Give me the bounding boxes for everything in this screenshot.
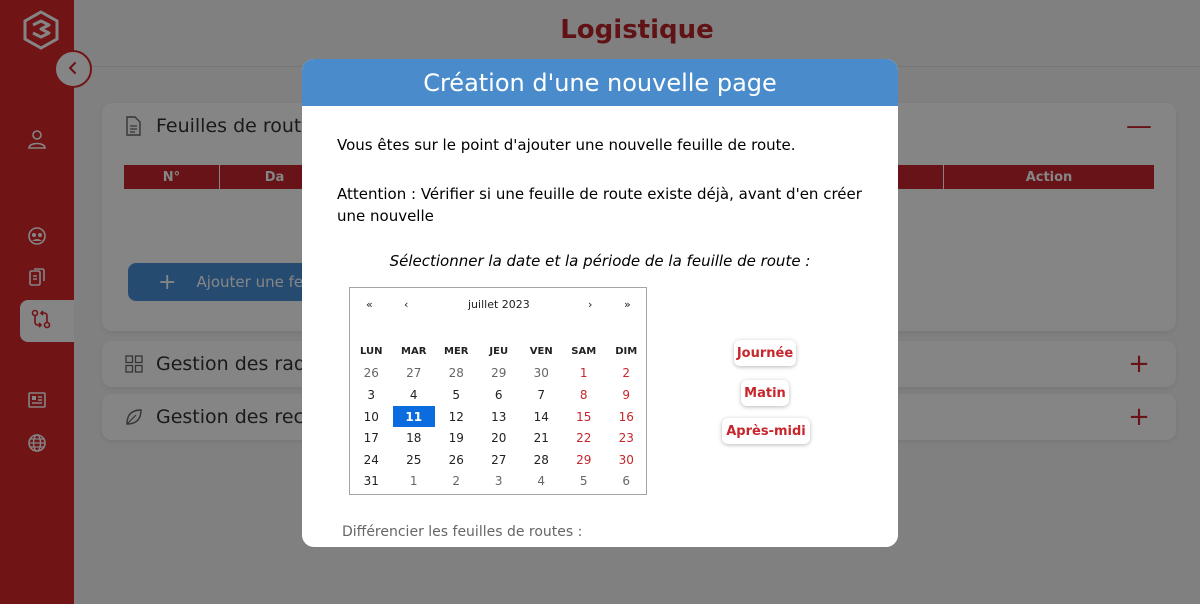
next-month-button[interactable]: › (588, 298, 592, 311)
calendar-day[interactable]: 19 (435, 427, 478, 449)
next-year-button[interactable]: » (624, 298, 631, 311)
calendar-day[interactable]: 13 (478, 406, 521, 428)
calendar-day[interactable]: 28 (520, 449, 563, 471)
calendar-day[interactable]: 29 (563, 449, 606, 471)
calendar-day[interactable]: 5 (435, 384, 478, 406)
calendar-week: 26 27 28 29 30 1 2 (350, 363, 648, 385)
modal-intro-text: Vous êtes sur le point d'ajouter une nou… (337, 136, 796, 154)
calendar-week: 31 1 2 3 4 5 6 (350, 471, 648, 493)
calendar-week: 10 11 12 13 14 15 16 (350, 405, 648, 428)
weekday-label: VEN (529, 346, 553, 358)
calendar-day[interactable]: 26 (350, 363, 393, 385)
calendar-day[interactable]: 7 (520, 384, 563, 406)
modal-title: Création d'une nouvelle page (302, 59, 898, 106)
calendar-day[interactable]: 14 (520, 406, 563, 428)
weekday-label: SAM (571, 346, 597, 358)
calendar-grid: LUN MAR MER JEU VEN SAM DIM 26 27 28 29 … (350, 341, 648, 492)
calendar-day[interactable]: 25 (393, 449, 436, 471)
calendar-day[interactable]: 2 (605, 363, 648, 385)
calendar-day[interactable]: 31 (350, 471, 393, 493)
calendar-week: 24 25 26 27 28 29 30 (350, 449, 648, 471)
calendar-day[interactable]: 17 (350, 427, 393, 449)
calendar-day[interactable]: 3 (478, 471, 521, 493)
calendar-day[interactable]: 1 (563, 363, 606, 385)
calendar-day[interactable]: 4 (393, 384, 436, 406)
calendar-day[interactable]: 24 (350, 449, 393, 471)
period-journee-button[interactable]: Journée (734, 340, 796, 366)
weekday-label: LUN (359, 346, 383, 358)
calendar-day[interactable]: 21 (520, 427, 563, 449)
create-page-modal: Création d'une nouvelle page Vous êtes s… (302, 59, 898, 547)
weekday-label: DIM (615, 346, 638, 358)
date-picker: « ‹ juillet 2023 › » LUN MAR MER JEU VEN… (349, 287, 647, 495)
calendar-day[interactable]: 22 (563, 427, 606, 449)
calendar-day[interactable]: 30 (605, 449, 648, 471)
calendar-day[interactable]: 8 (563, 384, 606, 406)
date-period-prompt: Sélectionner la date et la période de la… (389, 252, 811, 270)
calendar-day[interactable]: 27 (393, 363, 436, 385)
modal-warning-text: Attention : Vérifier si une feuille de r… (337, 185, 862, 225)
calendar-day[interactable]: 6 (478, 384, 521, 406)
calendar-day[interactable]: 9 (605, 384, 648, 406)
calendar-day[interactable]: 2 (435, 471, 478, 493)
weekday-row: LUN MAR MER JEU VEN SAM DIM (350, 341, 648, 363)
calendar-day[interactable]: 29 (478, 363, 521, 385)
calendar-day-selected[interactable]: 11 (392, 405, 435, 428)
calendar-week: 17 18 19 20 21 22 23 (350, 427, 648, 449)
prev-month-button[interactable]: ‹ (404, 298, 408, 311)
calendar-day[interactable]: 4 (520, 471, 563, 493)
differentiate-label: Différencier les feuilles de routes : (342, 524, 583, 540)
period-matin-button[interactable]: Matin (741, 380, 789, 406)
calendar-day[interactable]: 18 (393, 427, 436, 449)
calendar-day[interactable]: 3 (350, 384, 393, 406)
calendar-day[interactable]: 1 (393, 471, 436, 493)
calendar-day[interactable]: 15 (563, 406, 606, 428)
calendar-day[interactable]: 28 (435, 363, 478, 385)
calendar-month-label[interactable]: juillet 2023 (468, 298, 530, 311)
weekday-label: MAR (401, 346, 427, 358)
weekday-label: MER (444, 346, 469, 358)
calendar-day[interactable]: 12 (435, 406, 478, 428)
calendar-day[interactable]: 30 (520, 363, 563, 385)
calendar-day[interactable]: 23 (605, 427, 648, 449)
prev-year-button[interactable]: « (366, 298, 373, 311)
period-apres-midi-button[interactable]: Après-midi (722, 418, 810, 444)
calendar-day[interactable]: 10 (350, 406, 393, 428)
calendar-nav: « ‹ juillet 2023 › » (350, 298, 646, 314)
calendar-day[interactable]: 26 (435, 449, 478, 471)
calendar-day[interactable]: 5 (563, 471, 606, 493)
calendar-day[interactable]: 16 (605, 406, 648, 428)
calendar-week: 3 4 5 6 7 8 9 (350, 384, 648, 406)
calendar-day[interactable]: 20 (478, 427, 521, 449)
calendar-day[interactable]: 6 (605, 471, 648, 493)
weekday-label: JEU (489, 346, 509, 358)
calendar-day[interactable]: 27 (478, 449, 521, 471)
